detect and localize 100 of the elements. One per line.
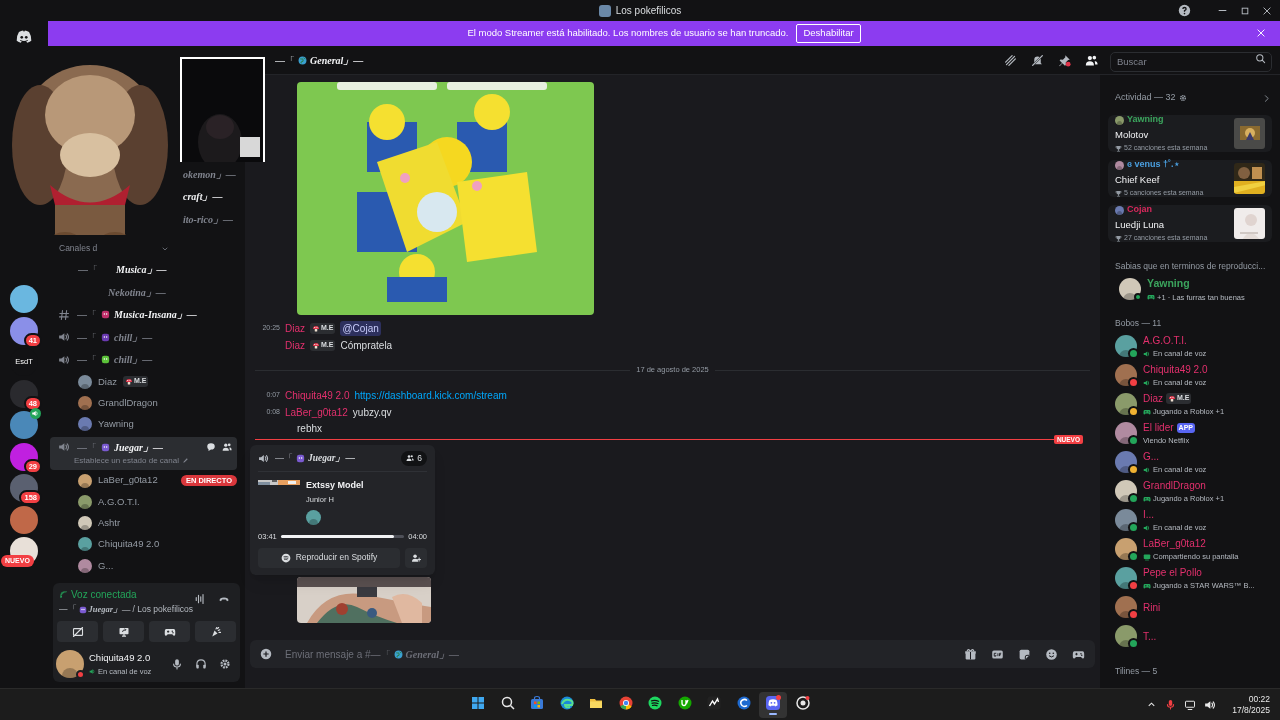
channel-prefix: —「 <box>77 308 97 323</box>
channel-title: General」— <box>310 53 364 68</box>
chat-icon[interactable] <box>206 442 216 453</box>
trophy-icon <box>1115 189 1122 197</box>
sound-wave-icon[interactable] <box>194 593 206 606</box>
message-link[interactable]: https://dashboard.kick.com/stream <box>354 388 507 403</box>
settings-icon[interactable] <box>219 658 231 670</box>
gif-icon[interactable] <box>991 647 1004 661</box>
channel-prefix: —「 <box>275 53 295 68</box>
speaker-icon <box>1143 378 1151 387</box>
speaker-icon <box>58 353 70 366</box>
settings-icon[interactable] <box>1178 94 1187 102</box>
voice-user-name[interactable]: LaBer_g0ta12 <box>98 473 158 488</box>
voice-user-name[interactable]: A.G.O.T.I. <box>98 494 140 509</box>
user-name[interactable]: Chiquita49 2.0 <box>89 651 166 666</box>
voice-user-name[interactable]: Chiquita49 2.0 <box>98 537 160 552</box>
invite-button[interactable] <box>405 547 427 568</box>
channel-prefix: —「 <box>78 263 98 278</box>
voice-user-name[interactable]: Ashtr <box>98 516 121 531</box>
speaker-icon <box>58 331 70 344</box>
section-title: Actividad — 32 <box>1115 91 1176 105</box>
channel-row[interactable]: —「 chill」— <box>50 348 237 371</box>
server-name[interactable]: / Los pokefilicos <box>132 603 194 616</box>
voice-user-name[interactable]: Diaz <box>98 374 117 389</box>
channel-name[interactable]: craft」— <box>183 189 223 205</box>
panel-button[interactable] <box>195 621 236 642</box>
panel-button[interactable] <box>57 621 98 642</box>
gamepad-icon <box>1143 407 1151 416</box>
author-name[interactable]: Diaz <box>285 338 305 353</box>
channel-prefix: —「 <box>77 440 97 455</box>
disable-button[interactable]: Deshabilitar <box>796 24 861 43</box>
gamepad-icon <box>1143 494 1151 503</box>
headphones-icon[interactable] <box>195 658 207 670</box>
author-name[interactable]: LaBer_g0ta12 <box>285 405 348 420</box>
message-text: Cómpratela <box>340 339 393 353</box>
taskbar-app[interactable] <box>759 692 787 718</box>
voice-user-name[interactable]: G... <box>98 558 114 573</box>
channel-name: Musica-Insana」— <box>114 308 197 323</box>
close-icon[interactable] <box>1262 5 1272 16</box>
network-icon[interactable] <box>1184 698 1197 711</box>
help-icon[interactable] <box>1178 4 1191 17</box>
message-text: rebhx <box>297 421 322 436</box>
channel-name[interactable]: ito-rico」— <box>183 211 233 227</box>
voice-user-name[interactable]: GrandlDragon <box>98 395 158 411</box>
search-icon <box>499 695 516 711</box>
user-avatar <box>78 473 92 488</box>
channel-name[interactable]: okemon」— <box>183 166 236 182</box>
gift-icon[interactable] <box>964 647 977 661</box>
channel-status[interactable]: Establece un estado de canal <box>74 454 179 467</box>
sticker-icon[interactable] <box>1018 647 1031 661</box>
channel-row[interactable]: —「 chill」— <box>50 326 237 349</box>
muted-bell-icon[interactable] <box>1031 53 1044 67</box>
add-attachment-icon[interactable] <box>260 648 272 660</box>
server-icon[interactable] <box>10 316 38 345</box>
user-avatar <box>1119 278 1141 301</box>
clock-time[interactable]: 00:22 <box>1248 693 1270 705</box>
clock-date[interactable]: 17/8/2025 <box>1232 704 1270 716</box>
threads-icon[interactable] <box>1004 53 1017 67</box>
emoji-icon[interactable] <box>1045 647 1058 661</box>
volume-icon[interactable] <box>1204 698 1217 711</box>
microphone-icon[interactable] <box>171 658 183 670</box>
server-icon[interactable] <box>10 285 38 313</box>
channel-name: chill」— <box>114 330 153 345</box>
panel-button[interactable] <box>103 621 144 642</box>
mention[interactable]: @Cojan <box>340 321 381 336</box>
author-name[interactable]: Chiquita49 2.0 <box>285 388 350 403</box>
spotify-icon <box>280 552 291 563</box>
channel-name: Juegar」— <box>308 452 355 466</box>
server-icon[interactable] <box>10 442 38 471</box>
pin-icon[interactable] <box>1058 53 1071 67</box>
placeholder-text: General」— <box>405 647 459 662</box>
member-count: 6 <box>401 451 427 466</box>
microphone-icon[interactable] <box>1165 699 1177 710</box>
add-user-icon[interactable] <box>222 442 232 453</box>
maximize-icon[interactable] <box>1240 5 1250 16</box>
channel-name[interactable]: Musica」— <box>116 262 167 278</box>
chevron-right-icon[interactable] <box>1262 93 1271 103</box>
start-icon <box>470 695 486 711</box>
channel-name[interactable]: Nekotina」— <box>108 284 166 300</box>
voice-user-name[interactable]: Yawning <box>98 417 134 432</box>
speaker-icon <box>1143 349 1151 358</box>
member-row[interactable]: T... <box>1100 621 1280 651</box>
spotify-button[interactable]: Reproducir en Spotify <box>258 547 400 568</box>
category-label[interactable]: Canales d <box>59 242 98 255</box>
user-name: Yawning <box>1127 113 1164 127</box>
channel-prefix: —「 <box>77 353 97 368</box>
member-row[interactable]: Rini <box>1100 592 1280 622</box>
server-icon[interactable] <box>10 379 38 408</box>
member-name: Diaz <box>1143 392 1163 407</box>
voice-channel-name[interactable]: Juegar」— <box>88 603 131 616</box>
members-icon[interactable] <box>1085 53 1098 67</box>
pencil-icon[interactable] <box>181 457 189 465</box>
panel-button[interactable] <box>149 621 190 642</box>
channel-row[interactable]: —「 Juegar」— Establece un estado de canal <box>50 436 237 470</box>
author-name[interactable]: Diaz <box>285 321 305 336</box>
search-field[interactable]: Buscar <box>1110 51 1272 72</box>
channel-row[interactable]: —「 Musica-Insana」— <box>50 303 237 326</box>
server-icon[interactable] <box>10 411 38 439</box>
user-avatar <box>1115 115 1124 125</box>
speaker-icon <box>58 441 70 454</box>
